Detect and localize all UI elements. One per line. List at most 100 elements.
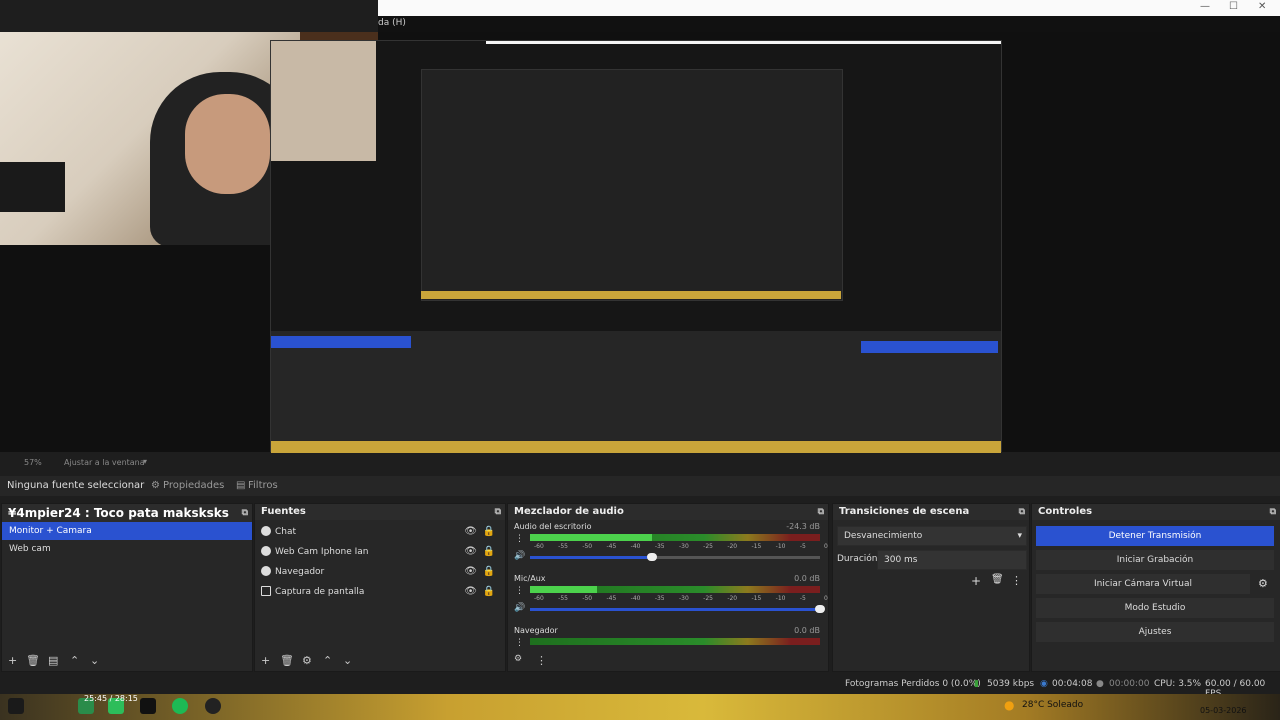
undock-icon[interactable]: ⧉ [1270,504,1276,520]
transitions-dock: Transiciones de escena ⧉ Desvanecimiento … [832,503,1030,672]
start-icon[interactable] [8,698,24,714]
scene-item[interactable]: Web cam [2,540,252,558]
filter-icon[interactable]: ▤ [48,654,58,667]
lock-icon[interactable]: 🔒 [483,522,495,542]
source-item[interactable]: Navegador 👁 🔒 [255,562,505,582]
trash-icon[interactable]: 🗑 [26,654,40,667]
add-icon[interactable]: + [8,654,17,667]
visibility-icon[interactable]: 👁 [464,562,477,582]
meter-tick: 0 [824,595,828,602]
visibility-icon[interactable]: 👁 [464,522,477,542]
chevron-down-icon: ▾ [1017,531,1022,541]
start-recording-button[interactable]: Iniciar Grabación [1036,550,1274,570]
source-item[interactable]: Web Cam Iphone Ian 👁 🔒 [255,542,505,562]
close-icon[interactable]: ✕ [1258,1,1266,12]
level-fill [530,534,652,541]
channel-name: Navegador [514,626,558,635]
more-icon[interactable]: ⋮ [1011,574,1022,587]
volume-icon[interactable]: 🔊 [514,603,525,613]
duration-field[interactable]: 300 ms [877,550,1027,570]
minimize-icon[interactable]: — [1200,1,1210,12]
lock-icon[interactable]: 🔒 [483,562,495,582]
meter-tick: -50 [582,543,593,550]
source-label: Navegador [275,567,325,577]
mixer-title: Mezclador de audio [514,506,624,517]
meter-tick: -35 [654,543,665,550]
gear-icon[interactable]: ⚙ [514,654,522,664]
meter-tick: -50 [582,595,593,602]
visibility-icon[interactable]: 👁 [464,542,477,562]
meter-tick: -5 [799,543,806,550]
gear-icon[interactable]: ⚙ [1258,577,1268,590]
volume-knob[interactable] [646,553,657,561]
scenes-dock: ¥4mpier24 : Toco pata maksksks ⧉ Monitor… [1,503,253,672]
channel-menu-icon[interactable]: ⋮ [515,638,524,648]
undock-icon[interactable]: ⧉ [242,504,248,522]
start-virtual-cam-button[interactable]: Iniciar Cámara Virtual [1036,574,1250,594]
undock-icon[interactable]: ⧉ [818,504,824,520]
globe-icon [261,566,271,576]
filters-button[interactable]: Filtros [248,480,278,491]
channel-name: Mic/Aux [514,574,546,583]
add-icon[interactable]: + [971,574,981,588]
transition-select-value: Desvanecimiento [844,531,923,541]
preview-canvas[interactable] [0,32,1280,453]
gear-icon[interactable]: ⚙ [302,654,312,667]
volume-knob[interactable] [815,605,825,613]
chevron-up-icon[interactable]: ⌃ [323,654,332,667]
chevron-down-icon[interactable]: ⌄ [343,654,352,667]
scene-item[interactable]: Monitor + Camara [2,522,252,540]
spotify-icon[interactable] [172,698,188,714]
filter-icon: ▤ [236,480,246,491]
add-icon[interactable]: + [261,654,270,667]
fit-window-select[interactable]: Ajustar a la ventana [64,458,145,467]
maximize-icon[interactable]: ☐ [1229,1,1238,12]
meter-tick: -30 [679,543,689,550]
tiktok-icon[interactable] [140,698,156,714]
source-item[interactable]: Chat 👁 🔒 [255,522,505,542]
volume-icon[interactable]: 🔊 [514,551,525,561]
more-icon[interactable]: ⋮ [536,654,547,667]
stop-streaming-button[interactable]: Detener Transmisión [1036,526,1274,546]
volume-slider[interactable] [530,605,825,613]
studio-mode-button[interactable]: Modo Estudio [1036,598,1274,618]
properties-button[interactable]: Propiedades [163,480,224,491]
bitrate: 5039 kbps [987,679,1035,689]
transition-select[interactable]: Desvanecimiento ▾ [837,526,1027,546]
lock-icon[interactable]: 🔒 [483,582,495,602]
meter-tick: -5 [799,595,806,602]
weather-label: 28°C Soleado [1022,700,1084,710]
trash-icon[interactable]: 🗑 [991,574,1004,585]
volume-slider[interactable] [530,553,820,561]
transitions-title: Transiciones de escena [839,506,970,517]
source-item[interactable]: Captura de pantalla 👁 🔒 [255,582,505,602]
level-fill [530,586,597,593]
channel-menu-icon[interactable]: ⋮ [515,534,524,544]
visibility-icon[interactable]: 👁 [464,582,477,602]
undock-icon[interactable]: ⧉ [1019,504,1025,520]
window-title-bar: — ☐ ✕ [378,0,1280,16]
trash-icon[interactable]: 🗑 [280,654,294,667]
zoom-bar: 57% Ajustar a la ventana ▾ [0,455,1280,471]
cpu-usage: CPU: 3.5% [1154,679,1202,689]
meter-tick: -40 [630,543,641,550]
meter-tick: -30 [679,595,689,602]
zoom-level[interactable]: 57% [24,458,42,467]
stream-time: 00:04:08 [1052,679,1093,689]
chevron-down-icon[interactable]: ⌄ [90,654,99,667]
audio-mixer-dock: Mezclador de audio ⧉ Audio del escritorio… [507,503,829,672]
mixer-channel: Audio del escritorio -24.3 dB ⋮ -60 -55 -50 -4… [508,520,828,572]
chevron-up-icon[interactable]: ⌃ [70,654,79,667]
mixer-channel: Mic/Aux 0.0 dB ⋮ -60 -55 -50 -45 -40 -35 -30 -25 -2… [508,572,828,624]
controls-title: Controles [1038,506,1093,517]
broadcast-icon: ◉ [1040,679,1048,689]
obs-icon[interactable] [205,698,221,714]
chevron-down-icon[interactable]: ▾ [143,457,147,466]
settings-button[interactable]: Ajustes [1036,622,1274,642]
channel-menu-icon[interactable]: ⋮ [515,586,524,596]
meter-tick: -25 [703,595,713,602]
source-label: Web Cam Iphone Ian [275,547,369,557]
undock-icon[interactable]: ⧉ [495,504,501,520]
lock-icon[interactable]: 🔒 [483,542,495,562]
menu-item-help[interactable]: da (H) [378,18,406,28]
